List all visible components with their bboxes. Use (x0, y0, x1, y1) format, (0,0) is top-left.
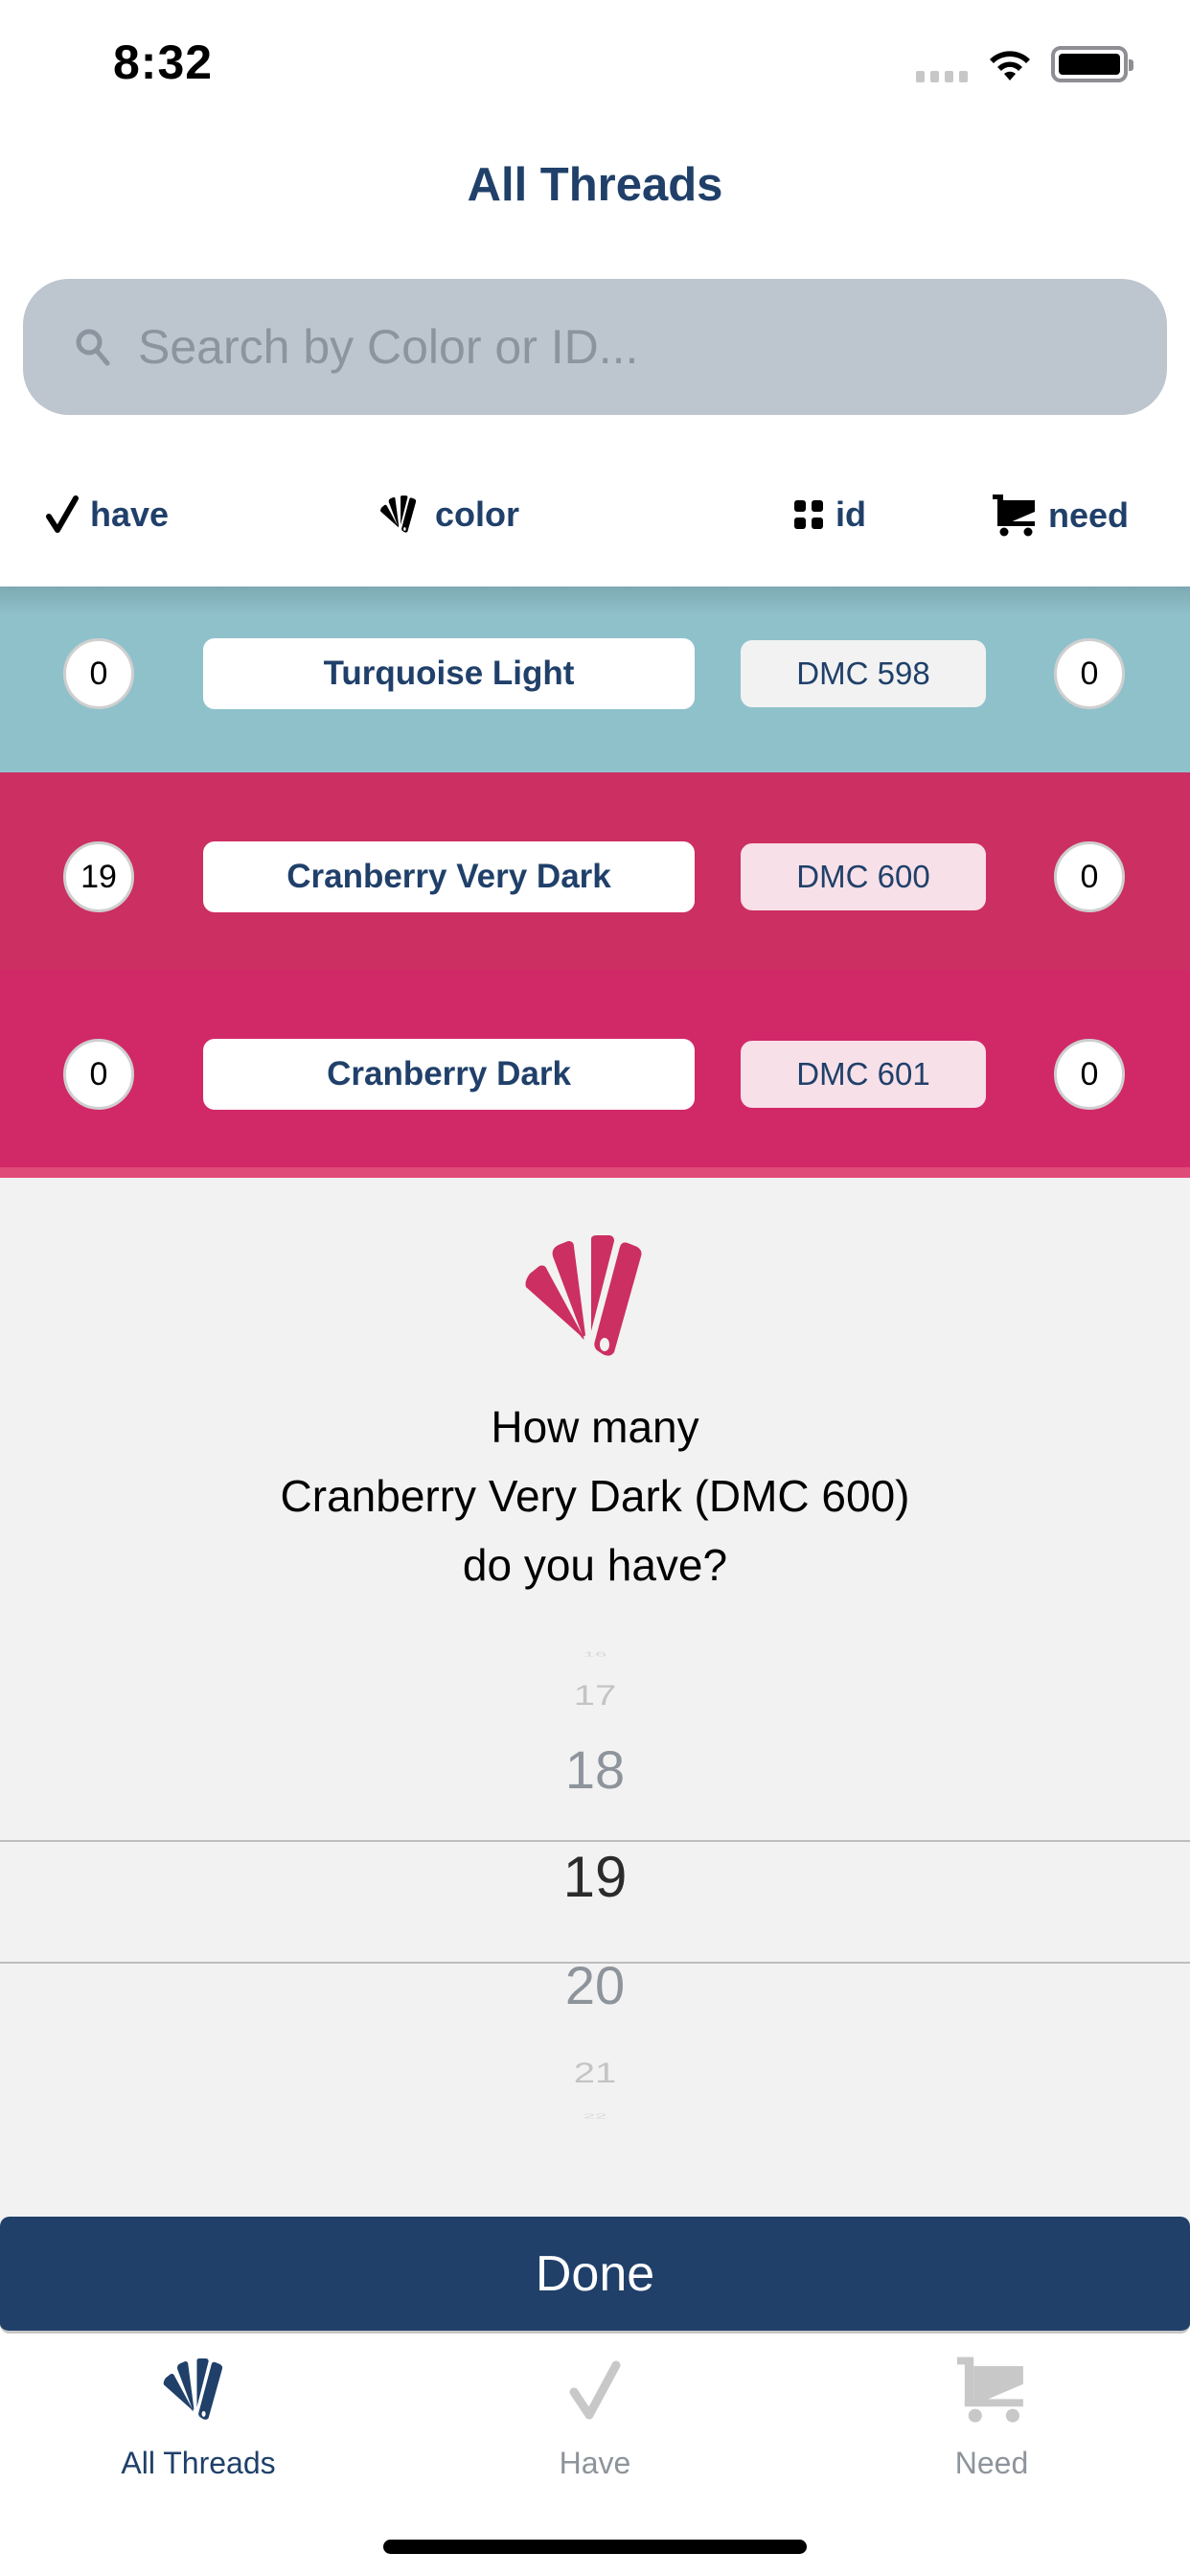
thread-name[interactable]: Cranberry Dark (203, 1039, 695, 1110)
quantity-picker-sheet: How many Cranberry Very Dark (DMC 600) d… (0, 1178, 1190, 2222)
checkmark-icon (46, 495, 79, 533)
need-count-button[interactable]: 0 (1054, 841, 1125, 912)
thread-name[interactable]: Cranberry Very Dark (203, 841, 695, 912)
need-count-button[interactable]: 0 (1054, 638, 1125, 709)
status-bar: 8:32 (0, 0, 1190, 134)
thread-name[interactable]: Turquoise Light (203, 638, 695, 709)
column-header-color[interactable]: color (379, 494, 519, 535)
need-count-button[interactable]: 0 (1054, 1039, 1125, 1110)
wifi-icon (990, 51, 1030, 80)
tab-label: Have (559, 2446, 631, 2480)
picker-option[interactable]: 20 (0, 1954, 1190, 2016)
thread-row-partial[interactable] (0, 1167, 1190, 1178)
column-header-label: id (835, 494, 866, 534)
tab-label: Need (954, 2446, 1029, 2480)
status-time: 8:32 (113, 35, 214, 89)
picker-question: How many Cranberry Very Dark (DMC 600) d… (0, 1392, 1190, 1599)
tab-have[interactable]: Have (397, 2336, 793, 2490)
column-header-label: have (90, 494, 170, 534)
thread-id: DMC 601 (741, 1041, 986, 1108)
search-bar[interactable] (23, 279, 1167, 415)
have-count-button[interactable]: 0 (63, 638, 134, 709)
page-title: All Threads (467, 159, 723, 211)
cart-icon (957, 2357, 1023, 2423)
have-count-button[interactable]: 0 (63, 1039, 134, 1110)
question-line: do you have? (462, 1540, 728, 1590)
have-count-button[interactable]: 19 (63, 841, 134, 912)
thread-row[interactable]: 0 Turquoise Light DMC 598 0 (0, 586, 1190, 784)
column-header-id[interactable]: id (793, 494, 866, 535)
question-line: Cranberry Very Dark (DMC 600) (280, 1471, 910, 1521)
cart-icon (993, 494, 1035, 537)
tab-label: All Threads (121, 2446, 276, 2480)
thread-row[interactable]: 0 Cranberry Dark DMC 601 0 (0, 970, 1190, 1167)
signal-icon (916, 71, 968, 82)
thread-row[interactable]: 19 Cranberry Very Dark DMC 600 0 (0, 772, 1190, 970)
battery-icon (1051, 46, 1133, 82)
picker-option[interactable]: 16 (0, 1649, 1190, 1658)
picker-selection-top-line (0, 1840, 1190, 1842)
picker-option[interactable]: 18 (0, 1738, 1190, 1801)
column-header-label: color (435, 494, 520, 534)
tab-all-threads[interactable]: All Threads (0, 2336, 397, 2490)
home-indicator (383, 2540, 807, 2554)
picker-option[interactable]: 21 (0, 2058, 1190, 2090)
search-input[interactable] (138, 279, 1125, 415)
grid-icon (794, 500, 823, 529)
checkmark-icon (569, 2360, 621, 2420)
column-header-label: need (1048, 495, 1130, 535)
swatch-icon (525, 1235, 642, 1356)
thread-id: DMC 598 (741, 640, 986, 707)
swatch-icon (380, 495, 417, 533)
column-header-need[interactable]: need (993, 494, 1129, 537)
done-button[interactable]: Done (0, 2217, 1190, 2334)
swatch-icon (163, 2358, 223, 2420)
picker-option-selected[interactable]: 19 (0, 1844, 1190, 1910)
question-line: How many (491, 1402, 699, 1452)
search-icon (76, 329, 110, 366)
column-header-have[interactable]: have (46, 494, 169, 535)
thread-id: DMC 600 (741, 843, 986, 910)
thread-list[interactable]: 0 Turquoise Light DMC 598 0 19 Cranberry… (0, 586, 1190, 1178)
quantity-picker-wheel[interactable]: 16 17 18 19 20 21 22 (0, 1638, 1190, 2174)
picker-option[interactable]: 17 (0, 1680, 1190, 1713)
column-headers: have color id need (0, 470, 1190, 565)
tab-need[interactable]: Need (793, 2336, 1190, 2490)
picker-option[interactable]: 22 (0, 2111, 1190, 2120)
